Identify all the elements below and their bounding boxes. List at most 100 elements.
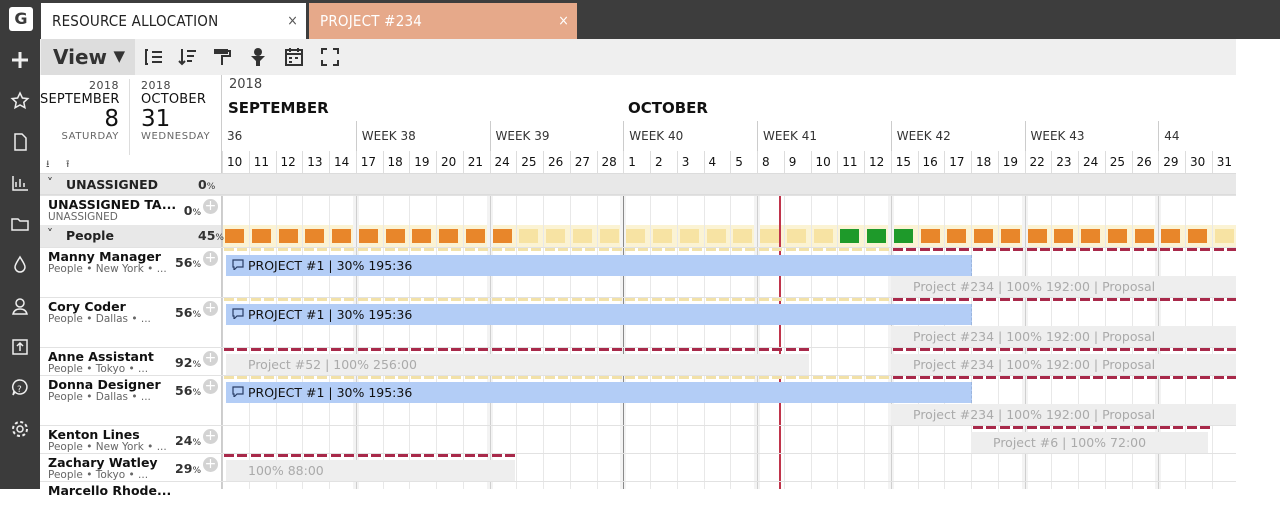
day-label: 14	[329, 151, 356, 173]
resource-name[interactable]: Zachary Watley	[48, 455, 158, 470]
expand-all-icon[interactable]: ⭱	[66, 157, 70, 174]
folder-icon[interactable]	[9, 213, 31, 235]
resource-name[interactable]: Marcello Rhode...	[48, 483, 171, 498]
capacity-cell	[1027, 229, 1047, 243]
capacity-cell	[893, 229, 913, 243]
add-allocation-button[interactable]: +	[203, 351, 218, 366]
fullscreen-icon[interactable]	[318, 46, 342, 68]
toolbar: View ▼	[40, 39, 1280, 75]
allocation-bar[interactable]: PROJECT #1 | 30% 195:36	[226, 382, 972, 403]
resource-row[interactable]: Anne Assistant People • Tokyo • ... 92% +	[40, 349, 221, 375]
add-allocation-button[interactable]: +	[203, 429, 218, 444]
utilization-percent: 24%	[175, 433, 201, 448]
drop-icon[interactable]	[9, 254, 31, 276]
bar-label: Project #6 | 100% 72:00	[993, 435, 1147, 450]
allocation-bar[interactable]: PROJECT #1 | 30% 195:36	[226, 255, 972, 276]
paint-roller-icon[interactable]	[210, 46, 234, 68]
close-icon[interactable]: ×	[558, 12, 569, 30]
week-label: 44	[1158, 121, 1238, 151]
add-allocation-button[interactable]: +	[203, 301, 218, 316]
start-weekday: SATURDAY	[61, 131, 119, 142]
export-icon[interactable]	[9, 336, 31, 358]
sort-icon[interactable]	[176, 46, 200, 68]
bar-label: PROJECT #1 | 30% 195:36	[248, 307, 413, 322]
capacity-cell	[1000, 229, 1020, 243]
utilization-percent: 92%	[175, 355, 201, 370]
resource-name[interactable]: Anne Assistant	[48, 349, 154, 364]
chevron-down-icon[interactable]: ˅	[47, 176, 53, 190]
comment-icon	[232, 386, 244, 397]
bar-chart-icon[interactable]	[9, 172, 31, 194]
gear-icon[interactable]	[9, 418, 31, 440]
timeline-year: 2018	[229, 77, 263, 92]
resource-row[interactable]: UNASSIGNED TA... UNASSIGNED 0% +	[40, 197, 221, 223]
allocation-bar[interactable]: Project #52 | 100% 256:00	[226, 354, 809, 375]
day-label: 16	[917, 151, 945, 173]
tab-project-234[interactable]: PROJECT #234 ×	[309, 3, 577, 39]
group-label: People	[66, 228, 114, 243]
end-date[interactable]: 2018 OCTOBER 31 WEDNESDAY	[131, 79, 221, 142]
collapse-all-icon[interactable]: ⭳	[46, 157, 50, 174]
add-allocation-button[interactable]: +	[203, 251, 218, 266]
day-label: 23	[1051, 151, 1078, 173]
resource-name[interactable]: Cory Coder	[48, 299, 126, 314]
resource-row[interactable]: Cory Coder People • Dallas • ... 56% +	[40, 299, 221, 325]
comment-icon	[232, 308, 244, 319]
add-allocation-button[interactable]: +	[203, 457, 218, 472]
close-icon[interactable]: ×	[287, 12, 298, 30]
chevron-down-icon: ▼	[113, 47, 125, 65]
indent-icon[interactable]	[142, 46, 166, 68]
capacity-cell	[1188, 229, 1207, 243]
allocation-bar[interactable]: Project #234 | 100% 192:00 | Proposal	[891, 404, 1236, 425]
day-label: 3	[676, 151, 704, 173]
resource-row[interactable]: Donna Designer People • Dallas • ... 56% +	[40, 377, 221, 403]
tab-resource-allocation[interactable]: RESOURCE ALLOCATION ×	[41, 3, 306, 39]
utilization-percent: 56%	[175, 305, 201, 320]
resource-name[interactable]: Kenton Lines	[48, 427, 140, 442]
week-label: 36	[227, 129, 243, 143]
resource-meta: People • New York • ...	[48, 441, 167, 453]
logo-icon[interactable]: G	[9, 7, 33, 31]
person-icon[interactable]	[9, 295, 31, 317]
group-people[interactable]: ˅ People 45%	[40, 225, 224, 247]
star-icon[interactable]	[9, 90, 31, 112]
resource-name[interactable]: Donna Designer	[48, 377, 161, 392]
week-label: WEEK 41	[757, 121, 891, 151]
allocation-bar[interactable]: Project #234 | 100% 192:00 | Proposal	[891, 354, 1236, 375]
allocation-bar[interactable]: Project #234 | 100% 192:00 | Proposal	[891, 326, 1236, 347]
bar-label: Project #234 | 100% 192:00 | Proposal	[913, 407, 1156, 422]
day-label: 17	[944, 151, 971, 173]
allocation-bar[interactable]: 100% 88:00	[226, 460, 515, 481]
filter-icon[interactable]	[246, 46, 270, 68]
resource-row[interactable]: Zachary Watley People • Tokyo • ... 29% +	[40, 455, 221, 481]
allocation-bar[interactable]: Project #234 | 100% 192:00 | Proposal	[891, 276, 1236, 297]
capacity-cell	[225, 229, 244, 243]
day-label: 17	[355, 151, 383, 173]
resource-row[interactable]: Marcello Rhode...	[40, 483, 221, 509]
day-label: 11	[837, 151, 864, 173]
plus-icon[interactable]	[9, 49, 31, 71]
day-label: 25	[516, 151, 543, 173]
resource-meta: UNASSIGNED	[48, 211, 118, 223]
allocation-bar[interactable]: Project #6 | 100% 72:00	[971, 432, 1208, 453]
allocation-bar[interactable]: PROJECT #1 | 30% 195:36	[226, 304, 972, 325]
group-label: UNASSIGNED	[66, 177, 159, 192]
resource-name[interactable]: UNASSIGNED TA...	[48, 197, 176, 212]
view-dropdown[interactable]: View ▼	[41, 39, 135, 75]
add-allocation-button[interactable]: +	[203, 199, 218, 214]
day-label: 29	[1158, 151, 1185, 173]
chevron-down-icon[interactable]: ˅	[47, 227, 53, 241]
sidebar: G ?	[0, 0, 40, 489]
document-icon[interactable]	[9, 131, 31, 153]
start-date[interactable]: 2018 SEPTEMBER 8 SATURDAY	[40, 79, 130, 155]
group-unassigned[interactable]: ˅ UNASSIGNED 0%	[40, 173, 1236, 195]
day-label: 10	[810, 151, 838, 173]
help-icon[interactable]: ?	[9, 377, 31, 399]
add-allocation-button[interactable]: +	[203, 379, 218, 394]
resource-row[interactable]: Manny Manager People • New York • ... 56% +	[40, 249, 221, 275]
resource-name[interactable]: Manny Manager	[48, 249, 161, 264]
capacity-cell	[1107, 229, 1127, 243]
resource-row[interactable]: Kenton Lines People • New York • ... 24% +	[40, 427, 221, 453]
calendar-icon[interactable]	[282, 46, 306, 68]
capacity-cell	[706, 229, 726, 243]
